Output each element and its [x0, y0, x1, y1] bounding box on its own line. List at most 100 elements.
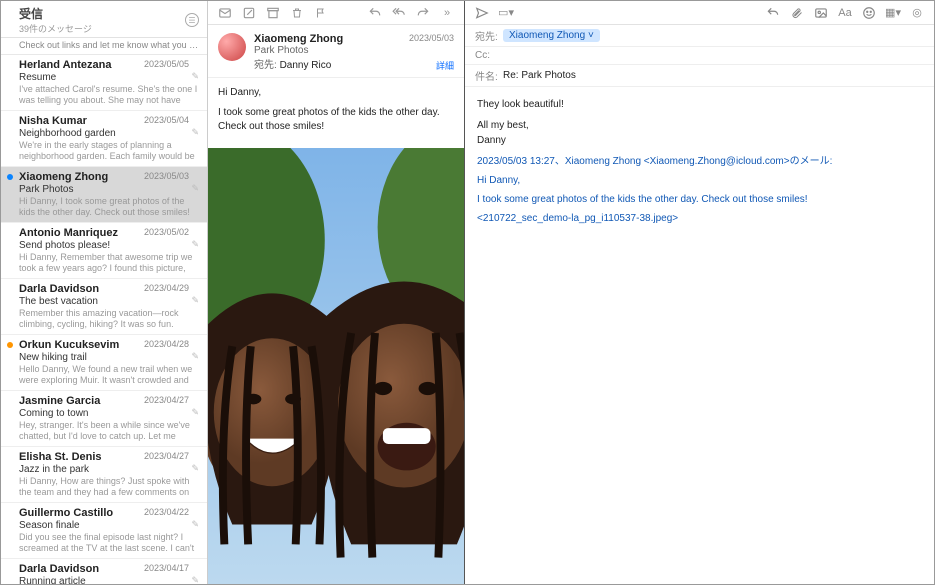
item-date: 2023/04/28 — [144, 339, 189, 349]
envelope-icon[interactable] — [218, 6, 232, 20]
quote-body: I took some great photos of the kids the… — [477, 192, 922, 207]
draft-indicator-icon: ✎ — [191, 407, 199, 418]
preview-to: Danny Rico — [280, 60, 332, 71]
unread-dot-icon — [7, 174, 13, 180]
preview-subject: Park Photos — [254, 45, 343, 56]
markup-icon[interactable]: ◎ — [910, 6, 924, 19]
compose-sign2: Danny — [477, 133, 922, 148]
format-text-icon[interactable]: Aa — [838, 7, 852, 19]
subject-field-row[interactable]: 件名: Re: Park Photos — [465, 65, 934, 87]
preview-body: Hi Danny, I took some great photos of th… — [208, 78, 464, 148]
to-field-row[interactable]: 宛先: Xiaomeng Zhong ˅ — [465, 25, 934, 47]
item-preview: Hello Danny, We found a new trail when w… — [19, 364, 199, 386]
more-icon[interactable]: » — [440, 6, 454, 20]
compose-line1: They look beautiful! — [477, 97, 922, 112]
item-preview: Hey, stranger. It's been a while since w… — [19, 420, 199, 442]
mailbox-header: 受信 39件のメッセージ ☰ — [1, 1, 207, 38]
preview-body-text: I took some great photos of the kids the… — [218, 106, 454, 134]
item-preview: I've attached Carol's resume. She's the … — [19, 84, 199, 106]
mail-app: 受信 39件のメッセージ ☰ Check out links and let m… — [0, 0, 935, 585]
draft-indicator-icon: ✎ — [191, 351, 199, 362]
list-item[interactable]: Jasmine Garcia2023/04/27✎Coming to townH… — [1, 391, 207, 447]
forward-icon[interactable] — [416, 6, 430, 20]
send-icon[interactable] — [475, 6, 489, 20]
quote-attachment: <210722_sec_demo-la_pg_i110537-38.jpeg> — [477, 211, 922, 226]
item-subject: Running article — [19, 576, 199, 584]
reply-format-icon[interactable] — [766, 6, 780, 20]
flag-icon[interactable] — [314, 6, 328, 20]
top-preview-snippet: Check out links and let me know what you… — [1, 38, 207, 55]
item-subject: Jazz in the park — [19, 464, 199, 475]
header-toggle-icon[interactable]: ▭▾ — [499, 6, 513, 19]
item-preview: Hi Danny, How are things? Just spoke wit… — [19, 476, 199, 498]
recipient-chip[interactable]: Xiaomeng Zhong ˅ — [503, 29, 600, 42]
cc-field-row[interactable]: Cc: — [465, 47, 934, 65]
reply-all-icon[interactable] — [392, 6, 406, 20]
to-label: 宛先: — [475, 28, 503, 43]
attachment-image[interactable] — [208, 148, 464, 584]
list-item[interactable]: Xiaomeng Zhong2023/05/03✎Park PhotosHi D… — [1, 167, 207, 223]
draft-indicator-icon: ✎ — [191, 519, 199, 530]
list-item[interactable]: Herland Antezana2023/05/05✎ResumeI've at… — [1, 55, 207, 111]
item-subject: New hiking trail — [19, 352, 199, 363]
draft-indicator-icon: ✎ — [191, 239, 199, 250]
item-date: 2023/04/17 — [144, 563, 189, 573]
draft-indicator-icon: ✎ — [191, 463, 199, 474]
preview-toolbar: » — [208, 1, 464, 25]
item-subject: Resume — [19, 72, 199, 83]
compose-pane: ▭▾ Aa ▦▾ ◎ 宛先: Xiaomeng Zhong ˅ Cc: 件名: … — [465, 1, 934, 584]
list-item[interactable]: Darla Davidson2023/04/29✎The best vacati… — [1, 279, 207, 335]
compose-body[interactable]: They look beautiful! All my best, Danny … — [465, 87, 934, 240]
preview-date: 2023/05/03 — [409, 33, 454, 43]
quoted-block: 2023/05/03 13:27、Xiaomeng Zhong <Xiaomen… — [477, 154, 922, 226]
item-subject: Send photos please! — [19, 240, 199, 251]
compose-toolbar: ▭▾ Aa ▦▾ ◎ — [465, 1, 934, 25]
archive-icon[interactable] — [266, 6, 280, 20]
reply-icon[interactable] — [368, 6, 382, 20]
cc-label: Cc: — [475, 50, 503, 61]
list-item[interactable]: Nisha Kumar2023/05/04✎Neighborhood garde… — [1, 111, 207, 167]
mailbox-count: 39件のメッセージ — [19, 22, 92, 35]
detail-link[interactable]: 詳細 — [436, 59, 454, 72]
item-preview: Remember this amazing vacation—rock clim… — [19, 308, 199, 330]
item-subject: Coming to town — [19, 408, 199, 419]
preview-to-label: 宛先: — [254, 60, 277, 71]
emoji-icon[interactable] — [862, 6, 876, 20]
quote-header: 2023/05/03 13:27、Xiaomeng Zhong <Xiaomen… — [477, 154, 922, 169]
item-date: 2023/05/05 — [144, 59, 189, 69]
item-preview: Hi Danny, Remember that awesome trip we … — [19, 252, 199, 274]
subject-label: 件名: — [475, 68, 503, 83]
item-date: 2023/04/22 — [144, 507, 189, 517]
compose-sign1: All my best, — [477, 118, 922, 133]
compose-icon[interactable] — [242, 6, 256, 20]
media-browser-icon[interactable]: ▦▾ — [886, 6, 900, 19]
preview-from: Xiaomeng Zhong — [254, 33, 343, 45]
item-date: 2023/04/27 — [144, 395, 189, 405]
item-subject: Park Photos — [19, 184, 199, 195]
quote-greet: Hi Danny, — [477, 173, 922, 188]
item-preview: Hi Danny, I took some great photos of th… — [19, 196, 199, 218]
list-item[interactable]: Guillermo Castillo2023/04/22✎Season fina… — [1, 503, 207, 559]
mailbox-title: 受信 — [19, 5, 92, 22]
filter-icon[interactable]: ☰ — [185, 13, 199, 27]
preview-header: Xiaomeng Zhong Park Photos 宛先: Danny Ric… — [208, 25, 464, 78]
item-date: 2023/05/03 — [144, 171, 189, 181]
item-date: 2023/05/04 — [144, 115, 189, 125]
item-subject: Season finale — [19, 520, 199, 531]
list-item[interactable]: Antonio Manriquez2023/05/02✎Send photos … — [1, 223, 207, 279]
list-item[interactable]: Elisha St. Denis2023/04/27✎Jazz in the p… — [1, 447, 207, 503]
photo-insert-icon[interactable] — [814, 6, 828, 20]
draft-indicator-icon: ✎ — [191, 71, 199, 82]
attach-icon[interactable] — [790, 6, 804, 20]
draft-indicator-icon: ✎ — [191, 295, 199, 306]
list-item[interactable]: Orkun Kucuksevim2023/04/28✎New hiking tr… — [1, 335, 207, 391]
message-list[interactable]: Herland Antezana2023/05/05✎ResumeI've at… — [1, 55, 207, 584]
preview-greeting: Hi Danny, — [218, 86, 454, 100]
item-subject: The best vacation — [19, 296, 199, 307]
item-date: 2023/04/27 — [144, 451, 189, 461]
list-item[interactable]: Darla Davidson2023/04/17✎Running article… — [1, 559, 207, 584]
subject-value: Re: Park Photos — [503, 70, 576, 81]
draft-indicator-icon: ✎ — [191, 575, 199, 584]
trash-icon[interactable] — [290, 6, 304, 20]
message-preview-pane: » Xiaomeng Zhong Park Photos 宛先: Danny R… — [208, 1, 465, 584]
